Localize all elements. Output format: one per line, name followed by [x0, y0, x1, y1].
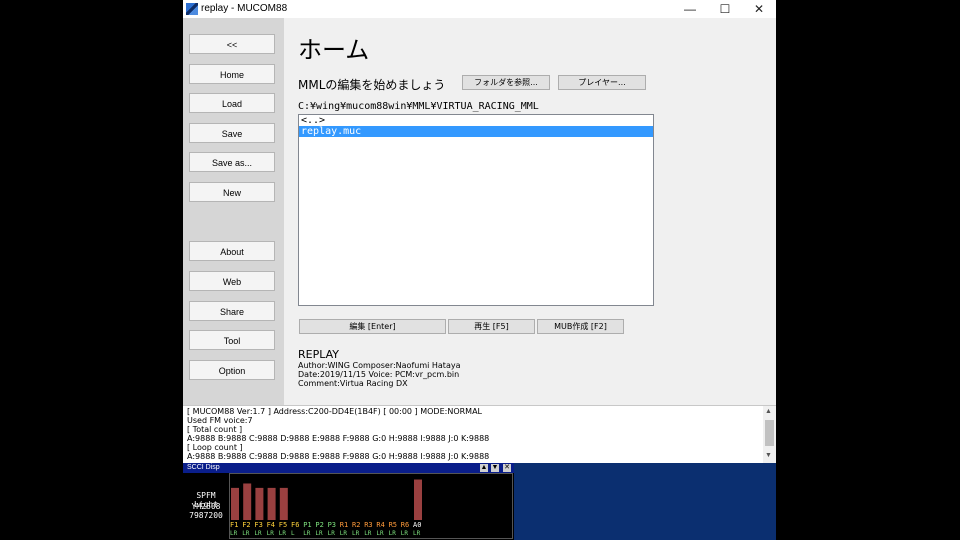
scci-display: SCCI Disp ▲ ▼ ✕ SPFM Light YM2608 798720…: [183, 463, 514, 540]
channel-label: P2: [315, 521, 323, 529]
file-list[interactable]: <..> replay.muc: [298, 114, 654, 306]
window-title: replay - MUCOM88: [201, 3, 288, 14]
channel-label: A0: [413, 521, 421, 529]
channel-pan-label: L: [291, 530, 295, 537]
channel-pan-label: LR: [352, 530, 360, 537]
channel-pan-label: LR: [315, 530, 323, 537]
channel-pan-label: LR: [364, 530, 372, 537]
channel-pan-label: LR: [279, 530, 287, 537]
mml-intro-label: MMLの編集を始めましょう: [298, 78, 446, 92]
sidebar-item-option[interactable]: Option: [189, 360, 275, 380]
log-line: [ Loop count ]: [187, 443, 243, 452]
channel-pan-label: LR: [376, 530, 384, 537]
log-line: [ Total count ]: [187, 425, 243, 434]
channel-label: R4: [376, 521, 384, 529]
compile-log[interactable]: [ MUCOM88 Ver:1.7 ] Address:C200-DD4E(1B…: [183, 405, 776, 464]
edit-button[interactable]: 編集 [Enter]: [299, 319, 446, 334]
sidebar: << Home Load Save Save as... New About W…: [183, 18, 284, 405]
scci-up-icon[interactable]: ▲: [480, 464, 488, 472]
scci-close-icon[interactable]: ✕: [503, 464, 511, 472]
channel-meter-panel: F1 LR F2 LR F3 LR F4 LR F5 LR F6 L P1 LR P2 LR P3 LR R1 LR R…: [229, 473, 513, 539]
channel-pan-label: LR: [254, 530, 262, 537]
scci-down-icon[interactable]: ▼: [491, 464, 499, 472]
sidebar-item-share[interactable]: Share: [189, 301, 275, 321]
channel-label: R5: [389, 521, 397, 529]
sidebar-item-about[interactable]: About: [189, 241, 275, 261]
sidebar-item-save[interactable]: Save: [189, 123, 275, 143]
home-panel: ホーム MMLの編集を始めましょう フォルダを参照... プレイヤー... C:…: [284, 18, 776, 405]
channel-meters: F1LRF2LRF3LRF4LRF5LRF6LP1LRP2LRP3LRR1LRR…: [230, 479, 422, 537]
scci-clock: 7987200: [189, 511, 223, 520]
song-author-line: Author:WING Composer:Naofumi Hataya: [298, 361, 461, 370]
song-title: REPLAY: [298, 348, 339, 361]
channel-pan-label: LR: [242, 530, 250, 537]
browse-folder-button[interactable]: フォルダを参照...: [462, 75, 550, 90]
song-date-line: Date:2019/11/15 Voice: PCM:vr_pcm.bin: [298, 370, 460, 379]
sidebar-item-new[interactable]: New: [189, 182, 275, 202]
channel-level-bar: [255, 487, 264, 520]
scroll-down-icon[interactable]: ▼: [765, 452, 772, 459]
channel-pan-label: LR: [389, 530, 397, 537]
play-button[interactable]: 再生 [F5]: [448, 319, 535, 334]
file-list-item-selected[interactable]: replay.muc: [299, 126, 653, 137]
channel-level-bar: [414, 479, 422, 520]
file-list-item-parent[interactable]: <..>: [299, 115, 653, 126]
app-window: replay - MUCOM88 — ☐ ✕ << Home Load Save…: [183, 0, 776, 540]
channel-label: R1: [340, 521, 348, 529]
channel-label: P1: [303, 521, 311, 529]
channel-level-bar: [243, 483, 252, 520]
player-button[interactable]: プレイヤー...: [558, 75, 646, 90]
song-comment-line: Comment:Virtua Racing DX: [298, 379, 408, 388]
log-line: Used FM voice:7: [187, 416, 253, 425]
log-scrollbar[interactable]: ▲ ▼: [763, 406, 776, 464]
scci-title: SCCI Disp: [187, 464, 220, 471]
channel-label: P3: [328, 521, 336, 529]
channel-pan-label: LR: [340, 530, 348, 537]
sidebar-item-save-as[interactable]: Save as...: [189, 152, 275, 172]
channel-level-bar: [279, 487, 288, 520]
channel-label: F3: [254, 521, 262, 529]
channel-pan-label: LR: [328, 530, 336, 537]
current-path: C:¥wing¥mucom88win¥MML¥VIRTUA_RACING_MML: [298, 101, 539, 112]
channel-label: F4: [267, 521, 275, 529]
channel-level-bar: [231, 487, 239, 520]
scroll-thumb[interactable]: [765, 420, 774, 446]
channel-label: R6: [401, 521, 409, 529]
channel-pan-label: LR: [230, 530, 238, 537]
channel-label: F6: [291, 521, 299, 529]
channel-pan-label: LR: [401, 530, 409, 537]
log-line: A:9888 B:9888 C:9888 D:9888 E:9888 F:988…: [187, 434, 490, 443]
mub-create-button[interactable]: MUB作成 [F2]: [537, 319, 624, 334]
log-line: A:9888 B:9888 C:9888 D:9888 E:9888 F:988…: [187, 452, 490, 461]
channel-label: F5: [279, 521, 287, 529]
close-button[interactable]: ✕: [742, 0, 776, 18]
channel-label: R3: [364, 521, 372, 529]
channel-label: R2: [352, 521, 360, 529]
page-title: ホーム: [298, 36, 370, 64]
log-line: [ MUCOM88 Ver:1.7 ] Address:C200-DD4E(1B…: [187, 407, 482, 416]
channel-pan-label: LR: [303, 530, 311, 537]
minimize-button[interactable]: —: [673, 0, 707, 18]
desktop-background: [514, 463, 776, 540]
scroll-up-icon[interactable]: ▲: [765, 408, 772, 415]
channel-label: F1: [230, 521, 238, 529]
title-bar[interactable]: replay - MUCOM88 — ☐ ✕: [183, 0, 776, 18]
sidebar-item-web[interactable]: Web: [189, 271, 275, 291]
sidebar-item-tool[interactable]: Tool: [189, 330, 275, 350]
app-icon: [186, 3, 198, 15]
sidebar-item-home[interactable]: Home: [189, 64, 275, 84]
channel-pan-label: LR: [267, 530, 275, 537]
maximize-button[interactable]: ☐: [708, 0, 742, 18]
collapse-sidebar-button[interactable]: <<: [189, 34, 275, 54]
channel-pan-label: LR: [413, 530, 421, 537]
scci-chip: YM2608: [191, 502, 221, 511]
channel-label: F2: [242, 521, 250, 529]
channel-level-bar: [267, 487, 276, 520]
scci-title-bar[interactable]: SCCI Disp ▲ ▼ ✕: [183, 463, 514, 473]
sidebar-item-load[interactable]: Load: [189, 93, 275, 113]
